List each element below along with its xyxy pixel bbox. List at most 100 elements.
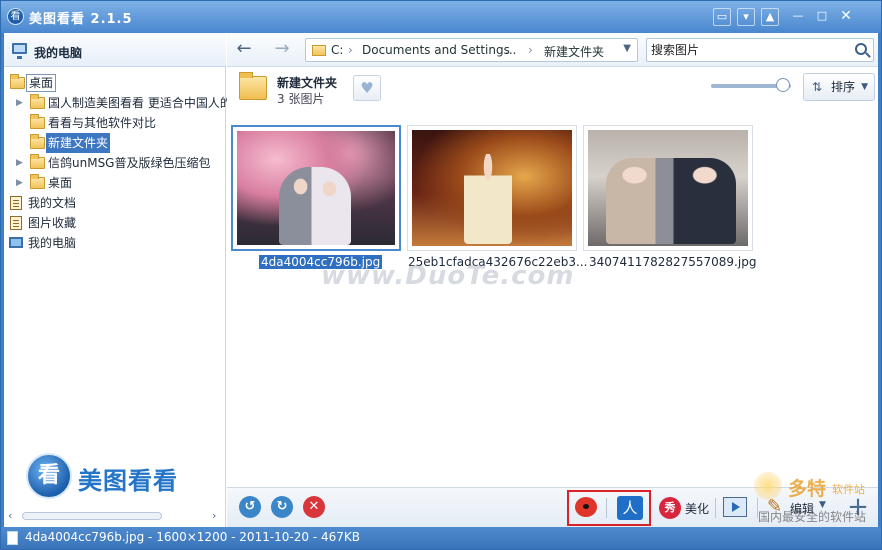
slideshow-icon[interactable] — [723, 497, 747, 517]
sidebar-header[interactable]: 我的电脑 — [4, 33, 226, 67]
folder-icon — [30, 174, 45, 189]
tree-item-desktop[interactable]: 桌面 — [4, 73, 226, 93]
app-brand-logo: 看 美图看看 — [26, 451, 222, 501]
tree-item-label: 我的文档 — [28, 196, 77, 210]
folder-icon — [30, 134, 45, 149]
expand-arrow-icon[interactable]: ▶ — [16, 173, 26, 193]
brand-logo-text: 美图看看 — [78, 467, 178, 495]
close-icon[interactable]: ✕ — [837, 8, 855, 26]
toolbar-divider — [757, 498, 758, 518]
delete-button[interactable]: ✕ — [303, 496, 325, 518]
forward-button[interactable]: → — [271, 38, 293, 60]
sort-button[interactable]: ⇅ 排序 ▼ — [803, 73, 875, 101]
chevron-down-icon: ▼ — [861, 82, 868, 92]
scroll-right-icon[interactable]: › — [212, 509, 216, 522]
skin-icon[interactable]: ▲ — [761, 8, 779, 26]
folder-icon — [30, 114, 45, 129]
toolbar-divider — [715, 498, 716, 518]
edit-icon[interactable]: ✎ — [767, 496, 785, 518]
tree-item-label: 国人制造美图看看 更适合中国人的 — [48, 96, 232, 110]
beautify-label[interactable]: 美化 — [685, 500, 709, 517]
search-icon[interactable] — [855, 43, 867, 55]
tree-item-unmsg[interactable]: ▶ 信鸽unMSG普及版绿色压缩包 — [4, 153, 226, 173]
rotate-right-button[interactable]: ↻ — [271, 496, 293, 518]
thumbnail[interactable] — [407, 125, 577, 251]
bottom-toolbar: ↺ ↻ ✕ 人 秀 美化 ✎ 编辑 ▼ + — [227, 487, 878, 527]
sort-label: 排序 — [831, 80, 856, 94]
search-box[interactable] — [646, 38, 874, 62]
brand-logo-icon: 看 — [26, 453, 72, 499]
folder-icon — [30, 154, 45, 169]
tree-item-label: 图片收藏 — [28, 216, 77, 230]
thumbnail-caption[interactable]: 3407411782827557089.jpg — [589, 255, 756, 269]
folder-info-bar: 新建文件夹 3 张图片 ♥ ⇅ 排序 ▼ — [227, 68, 878, 116]
search-input[interactable] — [651, 42, 847, 58]
tree-item-desktop-sub[interactable]: ▶ 桌面 — [4, 173, 226, 193]
tree-item-guoren[interactable]: ▶ 国人制造美图看看 更适合中国人的 — [4, 93, 232, 113]
address-bar[interactable]: C: › Documents and Settings ... › 新建文件夹 … — [305, 38, 638, 62]
scroll-left-icon[interactable]: ‹ — [8, 509, 12, 522]
sidebar-horizontal-scrollbar[interactable]: ‹ › — [8, 509, 222, 523]
folder-title: 新建文件夹 — [277, 76, 338, 90]
renren-share-icon[interactable]: 人 — [617, 496, 643, 520]
status-bar: 4da4004cc796b.jpg - 1600×1200 - 2011-10-… — [1, 527, 881, 549]
folder-icon — [10, 74, 25, 89]
path-segment[interactable]: 新建文件夹 — [544, 43, 604, 60]
app-logo-icon: 看 — [7, 8, 24, 25]
status-text: 4da4004cc796b.jpg - 1600×1200 - 2011-10-… — [25, 530, 360, 544]
path-segment[interactable]: Documents and Settings — [362, 43, 510, 57]
folder-icon — [30, 94, 45, 109]
tree-item-picture-favorites[interactable]: 图片收藏 — [4, 213, 226, 233]
tree-item-compare[interactable]: 看看与其他软件对比 — [4, 113, 226, 133]
navigation-bar: ← → C: › Documents and Settings ... › 新建… — [227, 33, 878, 67]
thumbnail[interactable] — [583, 125, 753, 251]
path-drive[interactable]: C: — [331, 43, 343, 57]
feedback-icon[interactable]: ▭ — [713, 8, 731, 26]
scrollbar-thumb[interactable] — [22, 512, 162, 520]
expand-arrow-icon[interactable]: ▶ — [16, 93, 26, 113]
chevron-down-icon[interactable]: ▼ — [623, 43, 631, 54]
tree-item-new-folder[interactable]: 新建文件夹 — [4, 133, 226, 153]
document-icon — [10, 196, 22, 210]
edit-label[interactable]: 编辑 — [790, 500, 814, 517]
site-watermark: www.DuoTe.com — [321, 261, 575, 291]
tree-item-my-computer[interactable]: 我的电脑 — [4, 233, 226, 253]
expand-arrow-icon[interactable]: ▶ — [16, 153, 26, 173]
slider-knob[interactable] — [776, 78, 790, 92]
add-plus-button[interactable]: + — [845, 492, 871, 522]
thumbnail-image — [412, 130, 572, 246]
path-segment[interactable]: ... — [505, 43, 516, 57]
thumbnail-image — [237, 131, 395, 245]
minimize-icon[interactable]: — — [789, 8, 807, 26]
tree-item-my-documents[interactable]: 我的文档 — [4, 193, 226, 213]
client-area: 我的电脑 桌面 ▶ 国人制造美图看看 更适合中国人的 看看与其他软件对比 新建文… — [4, 33, 878, 527]
weibo-share-icon[interactable] — [575, 497, 597, 517]
thumbnail-image — [588, 130, 748, 246]
file-icon — [7, 531, 18, 545]
title-bar[interactable]: 看 美图看看 2.1.5 ▭ ▾ ▲ — □ ✕ — [1, 1, 881, 33]
toolbar-divider — [606, 498, 607, 518]
tree-item-label: 新建文件夹 — [46, 133, 111, 153]
sidebar-header-label: 我的电脑 — [34, 46, 83, 60]
folder-sidebar: 我的电脑 桌面 ▶ 国人制造美图看看 更适合中国人的 看看与其他软件对比 新建文… — [4, 33, 232, 527]
rotate-left-button[interactable]: ↺ — [239, 496, 261, 518]
tree-item-label: 我的电脑 — [28, 236, 77, 250]
tree-item-label: 看看与其他软件对比 — [48, 116, 157, 130]
window-title: 美图看看 2.1.5 — [29, 12, 133, 27]
beautify-icon[interactable]: 秀 — [659, 497, 681, 519]
sort-icon: ⇅ — [812, 80, 823, 94]
back-button[interactable]: ← — [233, 38, 255, 60]
tree-item-label: 桌面 — [26, 74, 57, 92]
tree-item-label: 桌面 — [48, 176, 73, 190]
maximize-icon[interactable]: □ — [813, 8, 831, 26]
path-separator: › — [348, 43, 353, 57]
main-menu-icon[interactable]: ▾ — [737, 8, 755, 26]
tree-item-label: 信鸽unMSG普及版绿色压缩包 — [48, 156, 211, 170]
chevron-down-icon[interactable]: ▼ — [819, 500, 826, 510]
app-window: 看 美图看看 2.1.5 ▭ ▾ ▲ — □ ✕ 我的电脑 桌面 ▶ 国人制造美… — [0, 0, 882, 550]
thumbnail[interactable] — [231, 125, 401, 251]
document-icon — [10, 216, 22, 230]
folder-tree: 桌面 ▶ 国人制造美图看看 更适合中国人的 看看与其他软件对比 新建文件夹 ▶ — [4, 73, 232, 253]
folder-icon — [312, 45, 326, 56]
favorite-heart-button[interactable]: ♥ — [353, 75, 381, 101]
